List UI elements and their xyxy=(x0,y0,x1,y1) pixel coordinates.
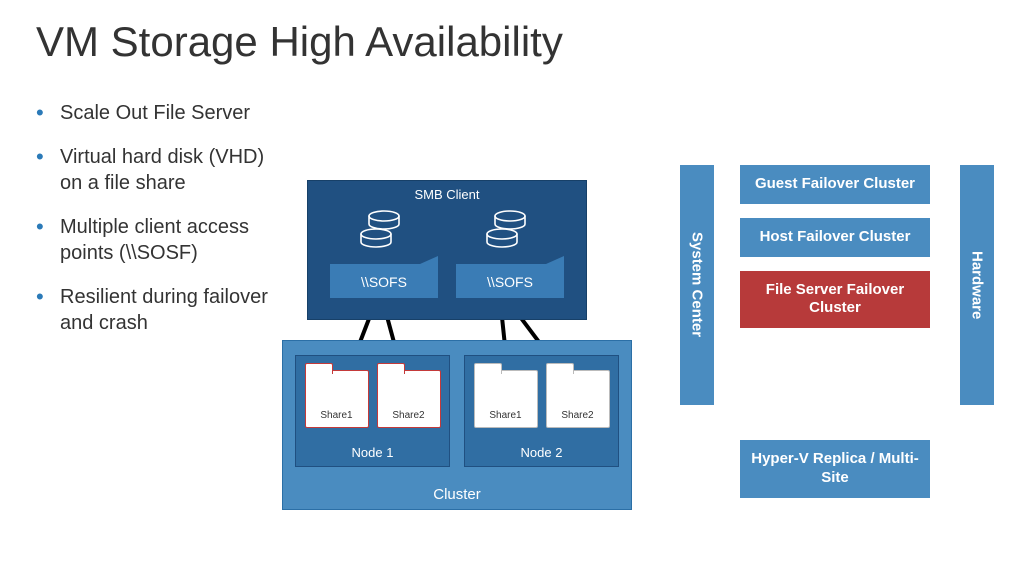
server-icon xyxy=(486,208,534,254)
share-folder-icon: Share2 xyxy=(546,370,610,428)
cluster-label: Cluster xyxy=(283,486,631,503)
share-label: Share2 xyxy=(378,410,440,421)
share-label: Share1 xyxy=(306,410,368,421)
sofs-endpoint: \\SOFS xyxy=(456,208,564,306)
hyperv-replica-box: Hyper-V Replica / Multi-Site xyxy=(740,440,930,498)
fileserver-failover-box: File Server Failover Cluster xyxy=(740,271,930,329)
sofs-endpoint: \\SOFS xyxy=(330,208,438,306)
hardware-bar: Hardware xyxy=(960,165,994,405)
share-folder-icon: Share2 xyxy=(377,370,441,428)
smb-client-box: SMB Client \\SOFS xyxy=(307,180,587,320)
smb-client-label: SMB Client xyxy=(308,181,586,206)
server-icon xyxy=(360,208,408,254)
node-label: Node 2 xyxy=(465,445,618,460)
slide-title: VM Storage High Availability xyxy=(0,0,1024,66)
host-failover-box: Host Failover Cluster xyxy=(740,218,930,257)
sofs-label: \\SOFS xyxy=(456,264,564,298)
cluster-node: Share1 Share2 Node 2 xyxy=(464,355,619,467)
dotted-divider xyxy=(660,416,1010,422)
cluster-node: Share1 Share2 Node 1 xyxy=(295,355,450,467)
bullet-item: Virtual hard disk (VHD) on a file share xyxy=(36,144,286,196)
share-folder-icon: Share1 xyxy=(305,370,369,428)
bullet-item: Multiple client access points (\\SOSF) xyxy=(36,214,286,266)
share-folder-icon: Share1 xyxy=(474,370,538,428)
architecture-diagram: SMB Client \\SOFS xyxy=(282,180,632,540)
hardware-label: Hardware xyxy=(969,251,986,319)
sofs-label: \\SOFS xyxy=(330,264,438,298)
system-center-label: System Center xyxy=(689,232,706,337)
share-label: Share2 xyxy=(547,410,609,421)
bullet-item: Scale Out File Server xyxy=(36,100,286,126)
cluster-box: Share1 Share2 Node 1 Share1 Share2 xyxy=(282,340,632,510)
bullet-list: Scale Out File Server Virtual hard disk … xyxy=(36,100,286,354)
share-label: Share1 xyxy=(475,410,537,421)
bullet-item: Resilient during failover and crash xyxy=(36,284,286,336)
guest-failover-box: Guest Failover Cluster xyxy=(740,165,930,204)
failover-stack: Guest Failover Cluster Host Failover Clu… xyxy=(740,165,930,328)
node-label: Node 1 xyxy=(296,445,449,460)
system-center-bar: System Center xyxy=(680,165,714,405)
